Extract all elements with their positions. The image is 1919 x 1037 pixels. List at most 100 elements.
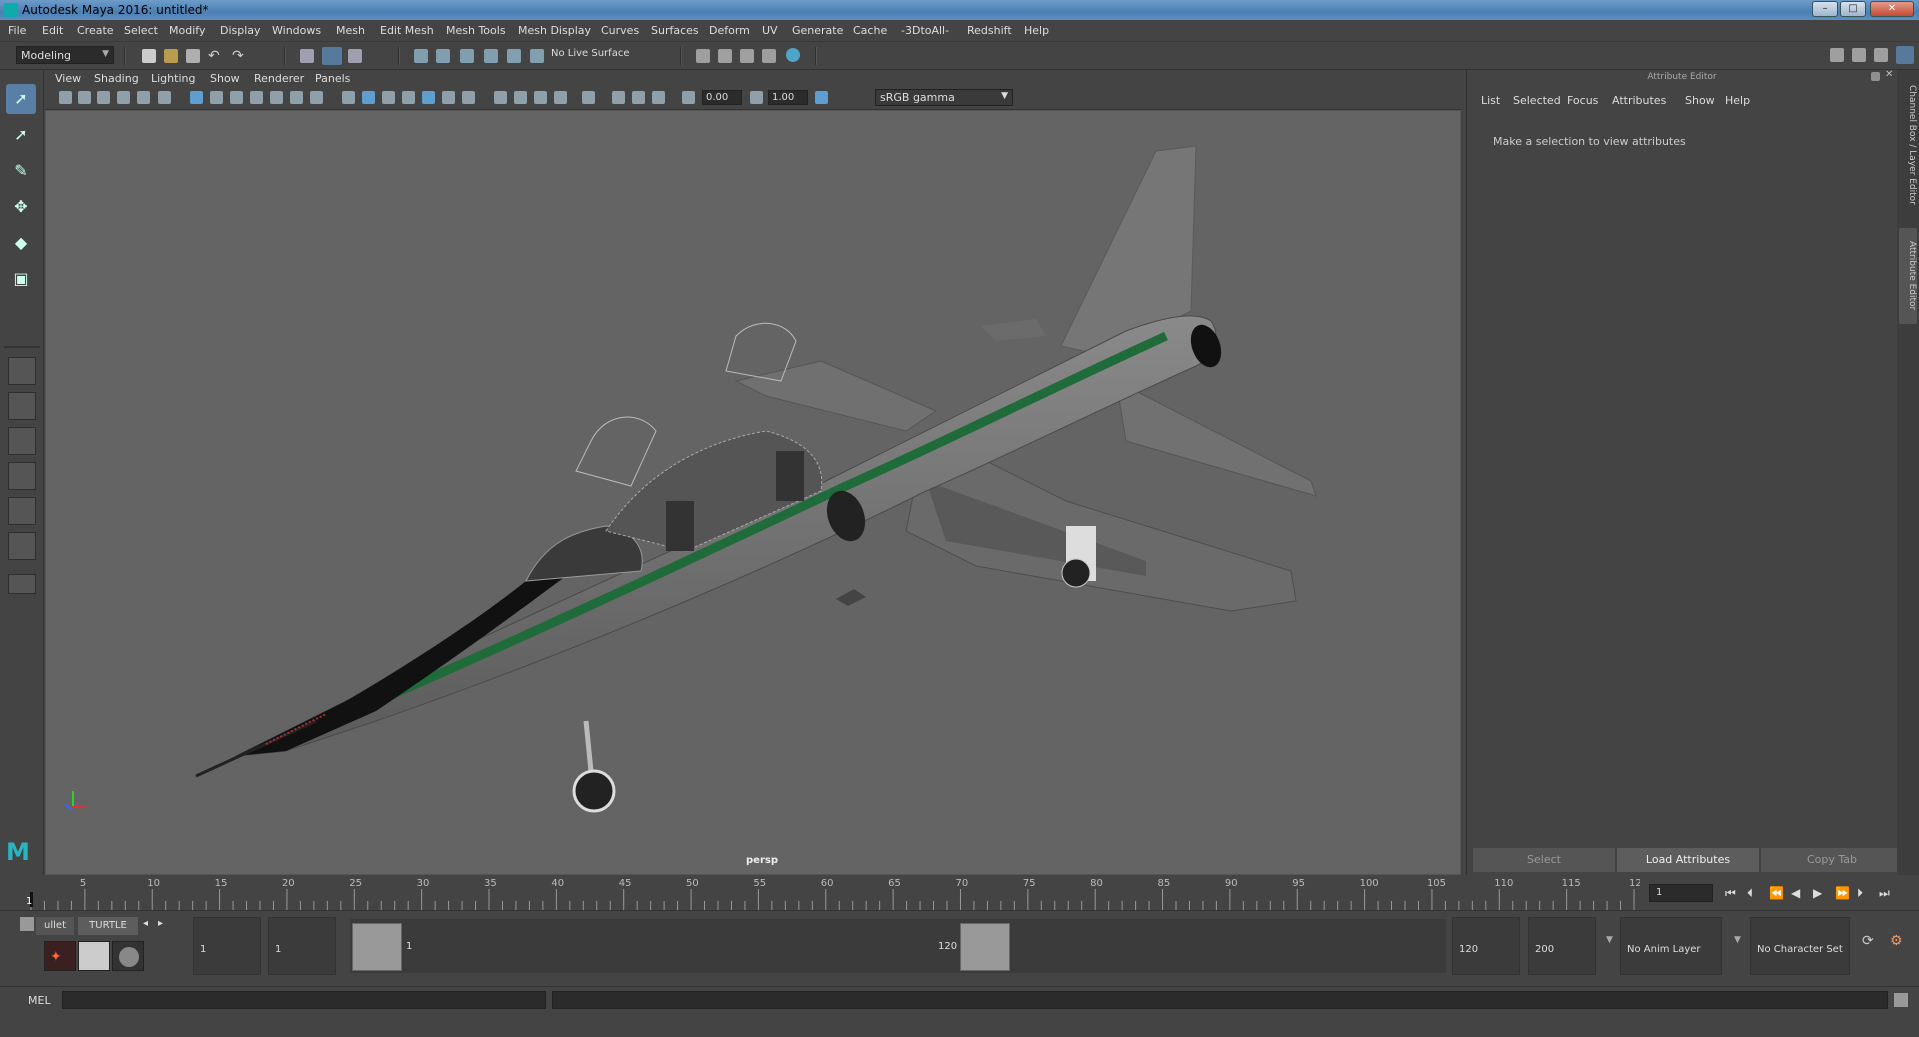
scale-tool-button[interactable]: ▣ [6,264,36,294]
copy-tab-button[interactable]: Copy Tab [1761,848,1903,872]
menu-display[interactable]: Display [220,24,261,37]
menu-modify[interactable]: Modify [169,24,205,37]
menu-mesh[interactable]: Mesh [336,24,365,37]
wireframe-icon[interactable] [342,91,355,104]
command-input[interactable] [62,991,546,1009]
smooth-shade-icon[interactable] [362,91,375,104]
step-back-key-icon[interactable]: ⏪ [1769,886,1784,900]
xray-joints-icon[interactable] [632,91,645,104]
paint-select-tool-button[interactable]: ✎ [6,156,36,186]
range-end-handle[interactable] [960,923,1010,971]
channel-box-toggle-icon[interactable] [1896,46,1914,64]
camera-icon[interactable] [59,91,72,104]
menu-deform[interactable]: Deform [709,24,750,37]
bookmark-icon[interactable] [97,91,110,104]
ae-menu-help[interactable]: Help [1725,94,1750,107]
playback-start-field[interactable]: 1 [275,944,281,955]
step-back-frame-icon[interactable]: ⏴ [1747,886,1753,901]
start-time-field[interactable]: 1 [200,944,206,955]
persp-graph-layout-button[interactable] [8,462,36,490]
motion-blur-icon[interactable] [514,91,527,104]
float-panel-icon[interactable] [1871,72,1880,81]
select-by-object-icon[interactable] [322,47,342,65]
shelf-tab-turtle[interactable]: TURTLE [78,917,138,935]
menu-select[interactable]: Select [124,24,158,37]
camera-attributes-icon[interactable] [78,91,91,104]
anti-aliasing-icon[interactable] [534,91,547,104]
menu-3dtoall[interactable]: -3DtoAll- [901,24,949,37]
snap-surface-icon[interactable] [507,49,521,63]
exposure-field[interactable]: 0.00 [702,90,742,105]
modeling-toolkit-icon[interactable] [1830,48,1844,62]
open-scene-icon[interactable] [164,49,178,63]
range-slider[interactable]: 1 120 [350,919,1014,973]
save-scene-icon[interactable] [186,49,200,63]
screen-space-ao-icon[interactable] [494,91,507,104]
hypershade-icon[interactable] [786,48,800,62]
select-button[interactable]: Select [1473,848,1615,872]
grease-pencil-icon[interactable] [158,91,171,104]
panel-menu-lighting[interactable]: Lighting [151,72,195,85]
rotate-tool-button[interactable]: ◆ [6,228,36,258]
uv-layout-button[interactable] [8,532,36,560]
hypershade-layout-button[interactable] [8,497,36,525]
panel-menu-shading[interactable]: Shading [94,72,139,85]
menu-mesh-tools[interactable]: Mesh Tools [446,24,506,37]
select-by-hierarchy-icon[interactable] [300,49,314,63]
current-frame-field[interactable]: 1 [1649,884,1713,902]
select-by-component-icon[interactable] [348,49,362,63]
channel-box-tab[interactable]: Channel Box / Layer Editor [1899,70,1917,220]
render-current-frame-icon[interactable] [718,49,732,63]
shelf-scroll-left-icon[interactable]: ◂ [143,918,148,929]
menu-create[interactable]: Create [77,24,114,37]
close-button[interactable]: ✕ [1870,1,1914,17]
menu-redshift[interactable]: Redshift [967,24,1012,37]
snap-view-icon[interactable] [484,49,498,63]
two-d-pan-icon[interactable] [137,91,150,104]
tool-settings-icon[interactable] [1874,48,1888,62]
snap-grid-icon[interactable] [414,49,428,63]
menu-cache[interactable]: Cache [853,24,887,37]
script-editor-icon[interactable] [1894,993,1908,1007]
shelf-tab-bullet[interactable]: ullet [36,917,74,935]
xray-components-icon[interactable] [652,91,665,104]
time-slider[interactable]: 5 10 15 20 25 30 35 40 45 50 55 60 65 70 75 80 85 90 95 100… [30,875,1640,910]
load-attributes-button[interactable]: Load Attributes [1617,848,1759,872]
redo-icon[interactable]: ↷ [232,49,246,63]
ae-menu-show[interactable]: Show [1685,94,1715,107]
turtle-bake-icon[interactable] [78,941,110,971]
perspective-viewport[interactable]: persp [45,110,1461,875]
use-default-material-icon[interactable] [382,91,395,104]
character-set-dropdown[interactable]: No Character Set [1757,944,1843,955]
command-language-label[interactable]: MEL [28,994,51,1007]
undo-icon[interactable]: ↶ [208,49,222,63]
single-perspective-layout-button[interactable] [8,357,36,385]
menu-help[interactable]: Help [1024,24,1049,37]
ipr-render-icon[interactable] [740,49,754,63]
play-forwards-icon[interactable]: ▶ [1813,886,1822,900]
go-to-end-icon[interactable]: ⏭ [1879,886,1890,901]
color-management-icon[interactable] [815,91,828,104]
view-transform-dropdown[interactable]: sRGB gamma ▼ [875,89,1013,106]
layout-expand-button[interactable] [8,574,36,594]
menu-set-dropdown[interactable]: Modeling ▼ [16,46,114,64]
ae-menu-attributes[interactable]: Attributes [1612,94,1666,107]
step-forward-frame-icon[interactable]: ⏵ [1857,886,1863,901]
menu-surfaces[interactable]: Surfaces [651,24,699,37]
end-time-field[interactable]: 200 [1535,944,1554,955]
range-slider-track[interactable] [1014,919,1446,973]
persp-outliner-layout-button[interactable] [8,427,36,455]
xray-icon[interactable] [612,91,625,104]
snap-curve-icon[interactable] [436,49,450,63]
playback-end-field[interactable]: 120 [1459,944,1478,955]
menu-curves[interactable]: Curves [601,24,639,37]
auto-key-icon[interactable]: ⟳ [1862,933,1874,949]
exposure-icon[interactable] [682,91,695,104]
film-gate-icon[interactable] [210,91,223,104]
shelf-menu-icon[interactable] [20,917,34,931]
go-to-start-icon[interactable]: ⏮ [1725,886,1736,901]
render-view-icon[interactable] [762,49,776,63]
field-chart-icon[interactable] [270,91,283,104]
snap-point-icon[interactable] [460,49,474,63]
gate-mask-icon[interactable] [250,91,263,104]
